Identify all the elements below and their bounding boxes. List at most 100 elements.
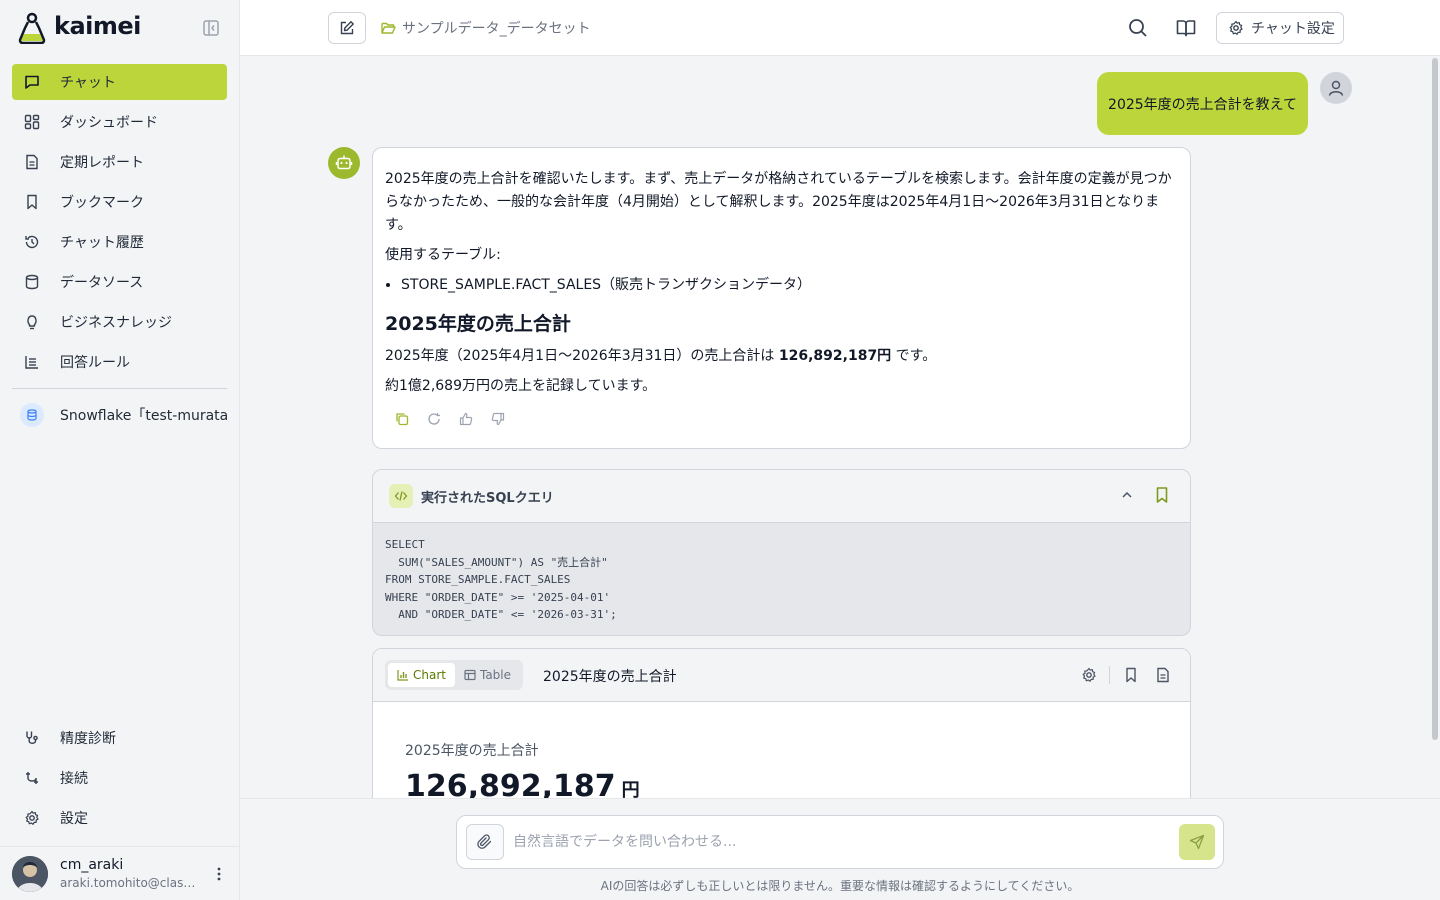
answer-summary: 約1億2,689万円の売上を記録しています。 bbox=[385, 378, 657, 394]
sql-query-title: 実行されたSQLクエリ bbox=[421, 491, 554, 506]
kpi-value: 126,892,187 bbox=[405, 769, 616, 798]
sidebar-item-bookmarks[interactable]: ブックマーク bbox=[12, 184, 227, 220]
main-panel: サンプルデータ_データセット チャット設定 2025年度の売上合計を教えて 20… bbox=[240, 0, 1440, 900]
sidebar-item-history[interactable]: チャット履歴 bbox=[12, 224, 227, 260]
sidebar-item-chat[interactable]: チャット bbox=[12, 64, 227, 100]
bookmark-icon bbox=[24, 194, 40, 210]
header-divider bbox=[1109, 666, 1110, 684]
sidebar-item-datasources[interactable]: データソース bbox=[12, 264, 227, 300]
user-avatar-icon bbox=[1320, 72, 1352, 104]
gear-icon bbox=[1228, 20, 1251, 36]
chevron-up-icon[interactable] bbox=[1119, 487, 1135, 503]
gear-icon[interactable] bbox=[1081, 667, 1097, 683]
regenerate-icon[interactable] bbox=[425, 410, 443, 428]
answer-intro: 2025年度の売上合計を確認いたします。まず、売上データが格納されているテーブル… bbox=[385, 171, 1172, 233]
chat-input[interactable] bbox=[513, 830, 1153, 854]
result-value: 126,892,187円 bbox=[778, 348, 892, 364]
sql-query-card: 実行されたSQLクエリ SELECT SUM("SALES_AMOUNT") A… bbox=[372, 469, 1191, 636]
sidebar-item-reports[interactable]: 定期レポート bbox=[12, 144, 227, 180]
chat-settings-label: チャット設定 bbox=[1251, 21, 1335, 37]
new-chat-button[interactable] bbox=[328, 12, 366, 44]
sidebar-item-dashboard[interactable]: ダッシュボード bbox=[12, 104, 227, 140]
bookmark-icon[interactable] bbox=[1153, 486, 1171, 504]
sidebar-bottom-nav: 精度診断 接続 設定 bbox=[12, 720, 227, 840]
send-button[interactable] bbox=[1179, 824, 1215, 860]
sidebar-item-label: チャット履歴 bbox=[60, 235, 144, 251]
result-card-header: Chart Table 2025年度の売上合計 bbox=[373, 649, 1190, 702]
user-message-text: 2025年度の売上合計を教えて bbox=[1108, 96, 1297, 113]
sidebar-item-label: 設定 bbox=[60, 811, 88, 827]
thumbs-down-icon[interactable] bbox=[489, 410, 507, 428]
answer-actions bbox=[385, 410, 1178, 428]
send-icon bbox=[1189, 834, 1205, 850]
database-icon bbox=[24, 274, 40, 290]
chat-input-box bbox=[456, 815, 1224, 869]
chat-settings-button[interactable]: チャット設定 bbox=[1216, 12, 1344, 44]
book-open-icon[interactable] bbox=[1176, 18, 1196, 38]
chat-input-area: AIの回答は必ずしも正しいとは限りません。重要な情報は確認するようにしてください… bbox=[240, 798, 1440, 900]
snowflake-db-icon bbox=[20, 403, 44, 427]
sidebar-item-label: 定期レポート bbox=[60, 155, 144, 171]
thumbs-up-icon[interactable] bbox=[457, 410, 475, 428]
kpi-unit: 円 bbox=[621, 780, 640, 798]
sidebar-item-rules[interactable]: 回答ルール bbox=[12, 344, 227, 380]
breadcrumb-label: サンプルデータ_データセット bbox=[402, 21, 591, 37]
result-prefix: 2025年度（2025年4月1日〜2026年3月31日）の売上合計は bbox=[385, 348, 779, 364]
lightbulb-icon bbox=[24, 314, 40, 330]
sidebar-item-label: データソース bbox=[60, 275, 144, 291]
sidebar-item-label: 回答ルール bbox=[60, 355, 130, 371]
stethoscope-icon bbox=[24, 730, 40, 746]
connection-icon bbox=[24, 770, 40, 786]
sidebar-item-diagnosis[interactable]: 精度診断 bbox=[12, 720, 227, 756]
history-icon bbox=[24, 234, 40, 250]
tab-table[interactable]: Table bbox=[455, 663, 520, 687]
report-icon[interactable] bbox=[1155, 667, 1171, 683]
result-card-title: 2025年度の売上合計 bbox=[543, 669, 677, 685]
datasource-item[interactable]: Snowflake「test-murata」 bbox=[12, 399, 227, 431]
tab-table-label: Table bbox=[479, 668, 512, 682]
sidebar-item-knowledge[interactable]: ビジネスナレッジ bbox=[12, 304, 227, 340]
sidebar-nav: チャット ダッシュボード 定期レポート ブックマーク チャット履歴 データソース… bbox=[12, 64, 227, 384]
gear-icon bbox=[24, 810, 40, 826]
sidebar-item-label: ブックマーク bbox=[60, 195, 144, 211]
tab-chart[interactable]: Chart bbox=[388, 663, 455, 687]
table-icon bbox=[464, 669, 480, 681]
sidebar-item-label: 精度診断 bbox=[60, 731, 116, 747]
folder-open-icon bbox=[381, 21, 402, 35]
user-profile[interactable]: cm_araki araki.tomohito@classmethod.jp bbox=[0, 846, 240, 900]
sidebar-divider bbox=[12, 388, 227, 389]
sidebar-item-settings[interactable]: 設定 bbox=[12, 800, 227, 836]
result-card: Chart Table 2025年度の売上合計 2025年度の売上合計 126,… bbox=[372, 648, 1191, 798]
rules-icon bbox=[24, 354, 40, 370]
sidebar-item-label: チャット bbox=[60, 75, 116, 91]
bookmark-icon[interactable] bbox=[1123, 667, 1139, 683]
answer-table-list: STORE_SAMPLE.FACT_SALES（販売トランザクションデータ） bbox=[401, 274, 1178, 297]
app-name: kaimei bbox=[54, 12, 141, 40]
chat-scroll-area[interactable]: 2025年度の売上合計を教えて 2025年度の売上合計を確認いたします。まず、売… bbox=[240, 56, 1440, 798]
kaimei-logo-icon bbox=[16, 12, 48, 44]
sidebar-item-connection[interactable]: 接続 bbox=[12, 760, 227, 796]
result-suffix: です。 bbox=[891, 348, 937, 364]
list-item: STORE_SAMPLE.FACT_SALES（販売トランザクションデータ） bbox=[401, 274, 1178, 297]
sql-code-block: SELECT SUM("SALES_AMOUNT") AS "売上合計" FRO… bbox=[385, 538, 617, 621]
ai-disclaimer: AIの回答は必ずしも正しいとは限りません。重要な情報は確認するようにしてください… bbox=[600, 879, 1080, 893]
user-email: araki.tomohito@classmethod.jp bbox=[60, 876, 200, 890]
search-icon[interactable] bbox=[1128, 18, 1148, 38]
more-vertical-icon[interactable] bbox=[212, 865, 226, 883]
view-toggle: Chart Table bbox=[385, 660, 524, 690]
copy-icon[interactable] bbox=[393, 410, 411, 428]
breadcrumb[interactable]: サンプルデータ_データセット bbox=[381, 18, 591, 38]
user-name: cm_araki bbox=[60, 857, 124, 873]
attach-button[interactable] bbox=[466, 824, 504, 860]
bar-chart-icon bbox=[397, 669, 413, 681]
collapse-sidebar-icon[interactable] bbox=[202, 19, 220, 37]
user-message: 2025年度の売上合計を教えて bbox=[1097, 72, 1308, 135]
scrollbar[interactable] bbox=[1432, 58, 1438, 740]
paperclip-icon bbox=[477, 834, 493, 850]
topbar: サンプルデータ_データセット チャット設定 bbox=[240, 0, 1440, 56]
chat-bubble-icon bbox=[24, 74, 40, 90]
bot-avatar-icon bbox=[328, 147, 360, 179]
avatar bbox=[12, 856, 48, 892]
dashboard-icon bbox=[24, 114, 40, 130]
sql-query-header[interactable]: 実行されたSQLクエリ bbox=[373, 470, 1190, 523]
